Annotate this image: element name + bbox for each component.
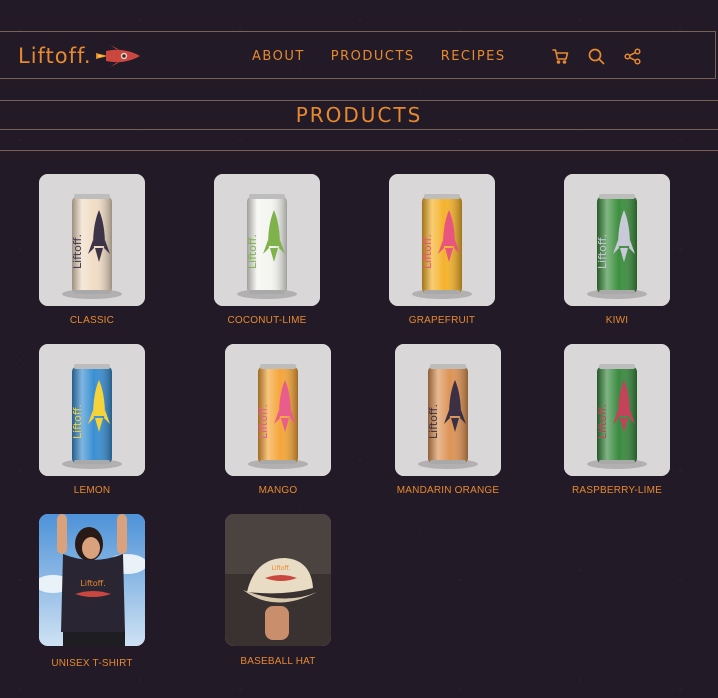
product-card-classic[interactable]: Liftoff.	[39, 174, 145, 306]
svg-text:Liftoff.: Liftoff.	[596, 234, 609, 269]
product-card-unisex-t-shirt[interactable]: Liftoff.	[39, 514, 145, 646]
product-name[interactable]: BASEBALL HAT	[198, 656, 358, 667]
nav-icon-group	[551, 32, 641, 80]
rocket-logo-icon	[95, 45, 140, 67]
product-thumbnail[interactable]: Liftoff.	[395, 344, 501, 476]
product-thumbnail[interactable]: Liftoff.	[564, 174, 670, 306]
product-thumbnail[interactable]: Liftoff.	[39, 344, 145, 476]
product-name[interactable]: CLASSIC	[12, 315, 172, 326]
nav-link-recipes[interactable]: RECIPES	[441, 49, 506, 64]
product-name[interactable]: RASPBERRY-LIME	[537, 485, 697, 496]
product-thumbnail[interactable]: Liftoff.	[214, 174, 320, 306]
product-name[interactable]: KIWI	[537, 315, 697, 326]
product-card-mango[interactable]: Liftoff.	[225, 344, 331, 476]
primary-nav-links: ABOUT PRODUCTS RECIPES	[252, 32, 506, 80]
svg-text:Liftoff.: Liftoff.	[246, 234, 259, 269]
product-card-grapefruit[interactable]: Liftoff.	[389, 174, 495, 306]
nav-link-about[interactable]: ABOUT	[252, 49, 305, 64]
svg-text:Liftoff.: Liftoff.	[271, 565, 290, 572]
cart-icon[interactable]	[551, 47, 569, 65]
product-thumbnail[interactable]: Liftoff.	[225, 344, 331, 476]
section-divider	[0, 150, 718, 151]
product-name[interactable]: UNISEX T-SHIRT	[12, 658, 172, 669]
can-image: Liftoff.	[214, 174, 320, 306]
hat-image: Liftoff.	[225, 514, 331, 646]
brand-logo[interactable]: Liftoff.	[18, 42, 144, 70]
can-image: Liftoff.	[564, 174, 670, 306]
search-icon[interactable]	[587, 47, 605, 65]
product-card-kiwi[interactable]: Liftoff.	[564, 174, 670, 306]
can-image: Liftoff.	[395, 344, 501, 476]
page-title: PRODUCTS	[295, 103, 423, 127]
svg-text:Liftoff.: Liftoff.	[596, 404, 609, 439]
nav-link-products[interactable]: PRODUCTS	[331, 49, 415, 64]
product-thumbnail[interactable]: Liftoff.	[39, 174, 145, 306]
top-navigation: Liftoff. ABOUT PRODUCTS RECIPES	[0, 31, 716, 79]
can-image: Liftoff.	[39, 344, 145, 476]
product-name[interactable]: COCONUT-LIME	[187, 315, 347, 326]
brand-name: Liftoff.	[18, 44, 92, 68]
svg-text:Liftoff.: Liftoff.	[427, 404, 440, 439]
svg-text:Liftoff.: Liftoff.	[421, 234, 434, 269]
can-image: Liftoff.	[389, 174, 495, 306]
svg-text:Liftoff.: Liftoff.	[257, 404, 270, 439]
tshirt-image: Liftoff.	[39, 514, 145, 646]
product-thumbnail[interactable]: Liftoff.	[564, 344, 670, 476]
can-image: Liftoff.	[225, 344, 331, 476]
product-card-coconut-lime[interactable]: Liftoff.	[214, 174, 320, 306]
svg-text:Liftoff.: Liftoff.	[71, 404, 84, 439]
product-name[interactable]: LEMON	[12, 485, 172, 496]
can-image: Liftoff.	[39, 174, 145, 306]
product-card-baseball-hat[interactable]: Liftoff.	[225, 514, 331, 646]
can-image: Liftoff.	[564, 344, 670, 476]
product-name[interactable]: GRAPEFRUIT	[362, 315, 522, 326]
product-card-raspberry-lime[interactable]: Liftoff.	[564, 344, 670, 476]
svg-text:Liftoff.: Liftoff.	[80, 579, 105, 588]
product-name[interactable]: MANDARIN ORANGE	[368, 485, 528, 496]
product-thumbnail[interactable]: Liftoff.	[389, 174, 495, 306]
share-icon[interactable]	[623, 47, 641, 65]
product-thumbnail[interactable]: Liftoff.	[39, 514, 145, 646]
product-card-mandarin-orange[interactable]: Liftoff.	[395, 344, 501, 476]
product-thumbnail[interactable]: Liftoff.	[225, 514, 331, 646]
product-card-lemon[interactable]: Liftoff.	[39, 344, 145, 476]
product-name[interactable]: MANGO	[198, 485, 358, 496]
svg-text:Liftoff.: Liftoff.	[71, 234, 84, 269]
page-title-band: PRODUCTS	[0, 100, 718, 130]
